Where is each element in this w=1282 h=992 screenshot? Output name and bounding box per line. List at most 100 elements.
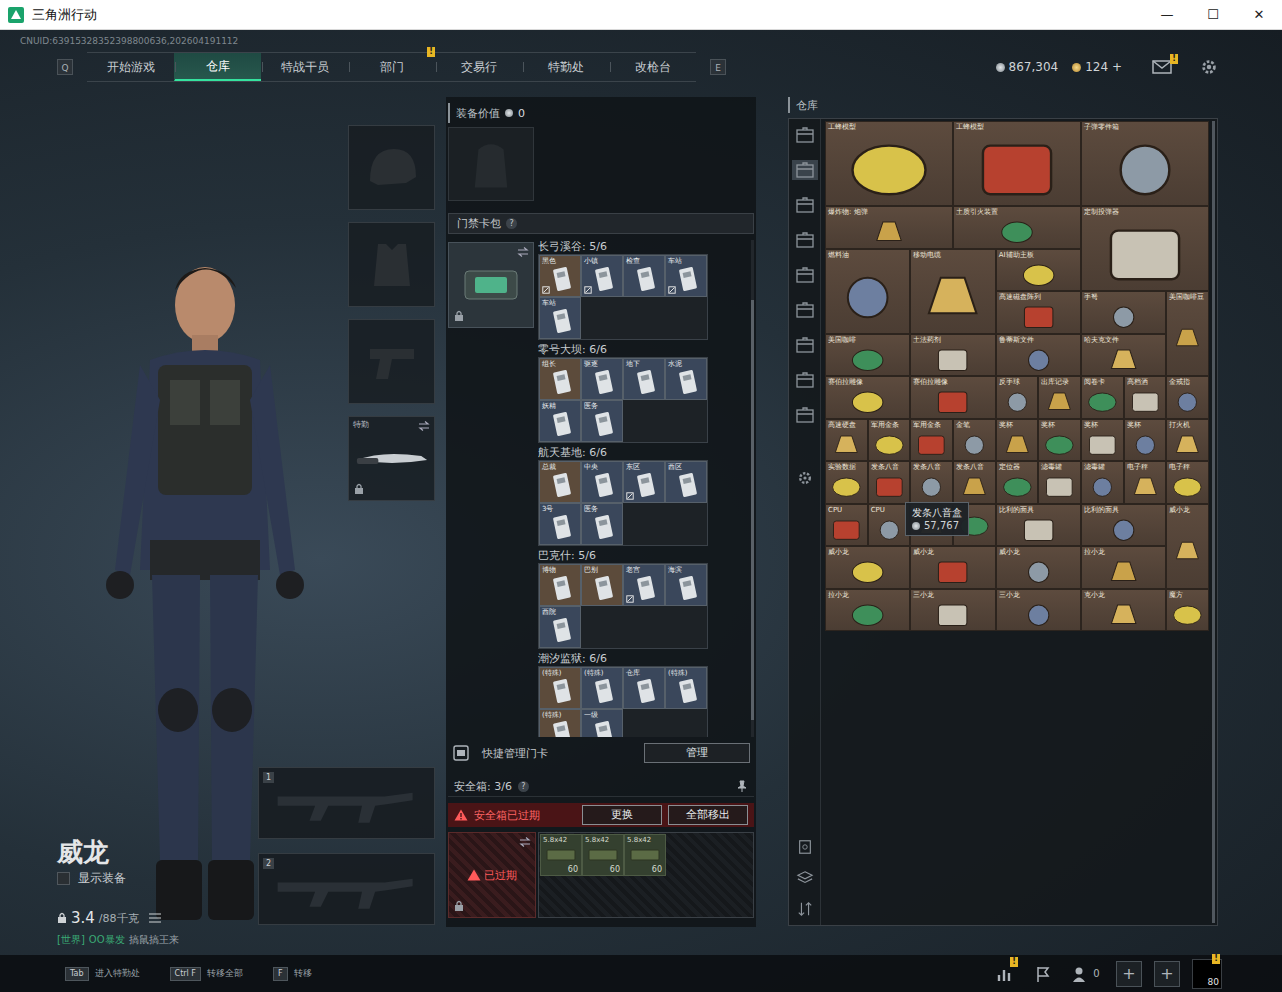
keycard[interactable]: (特殊) (539, 667, 581, 709)
warehouse-item[interactable]: 克小龙 (1081, 589, 1166, 632)
help-icon[interactable]: ? (518, 781, 529, 792)
backpack-slot[interactable] (448, 127, 534, 201)
warehouse-item[interactable]: 电子秤 (1124, 461, 1167, 504)
warehouse-item[interactable]: 威小龙 (910, 546, 995, 589)
flag-button[interactable] (1030, 961, 1056, 987)
warehouse-item[interactable]: 高速硬盘 (825, 419, 868, 462)
warehouse-item[interactable]: 发条八音 (910, 461, 953, 504)
gear-slot[interactable] (348, 319, 435, 404)
prev-tab-key[interactable]: Q (57, 59, 73, 75)
keycard[interactable]: (特殊) (665, 667, 707, 709)
warehouse-item[interactable]: 赛伯拉雕像 (910, 376, 995, 419)
warehouse-item[interactable]: 发条八音 (868, 461, 911, 504)
keycard[interactable]: 医务 (581, 503, 623, 545)
key-hint[interactable]: Tab进入特勤处 (65, 967, 140, 981)
warehouse-item[interactable]: 拉小龙 (1081, 546, 1166, 589)
gear-slot[interactable] (348, 222, 435, 307)
warehouse-item[interactable]: 比利的面具 (996, 504, 1081, 547)
warehouse-item[interactable]: 比利的面具 (1081, 504, 1166, 547)
warehouse-tab[interactable] (792, 335, 818, 355)
warehouse-item[interactable]: 哈夫克文件 (1081, 334, 1166, 377)
warehouse-item[interactable]: 滤毒罐 (1081, 461, 1124, 504)
warehouse-item[interactable]: 鲁蒂斯文件 (996, 334, 1081, 377)
currency[interactable]: 867,304 (996, 60, 1059, 74)
show-equipment-toggle[interactable]: 显示装备 (57, 870, 258, 887)
window-control[interactable]: ☐ (1190, 0, 1236, 30)
gear-icon[interactable] (1200, 58, 1218, 76)
warehouse-item[interactable]: CPU (868, 504, 911, 547)
swap-icon[interactable] (519, 837, 531, 847)
help-icon[interactable]: ? (506, 218, 517, 229)
nav-tab[interactable]: 交易行 (435, 53, 522, 81)
warehouse-item[interactable]: 军用金条 (868, 419, 911, 462)
keycard[interactable]: 老宫 (623, 564, 665, 606)
warehouse-tab[interactable] (792, 370, 818, 390)
keycard[interactable]: 博物 (539, 564, 581, 606)
warehouse-item[interactable]: 高速磁盘阵列 (996, 291, 1081, 334)
warehouse-item[interactable]: 奖杯 (1124, 419, 1167, 462)
pin-icon[interactable] (736, 780, 748, 792)
keycard[interactable]: 中央 (581, 461, 623, 503)
warehouse-item[interactable]: 电子秤 (1166, 461, 1209, 504)
ammo-item[interactable]: 5.8x4260 (540, 834, 582, 876)
warehouse-item[interactable]: 威小龙 (825, 546, 910, 589)
scrollbar[interactable] (1212, 121, 1215, 923)
warehouse-item[interactable]: 子弹零件箱 (1081, 121, 1209, 206)
swap-icon[interactable] (418, 421, 430, 431)
keycard[interactable]: 西院 (539, 606, 581, 648)
safe-box-button[interactable]: 全部移出 (668, 805, 748, 825)
scrollbar[interactable] (751, 240, 754, 737)
warehouse-item[interactable]: 三小龙 (910, 589, 995, 632)
next-tab-key[interactable]: E (710, 59, 726, 75)
swap-icon[interactable] (517, 247, 529, 257)
nav-tab[interactable]: 仓库 (174, 53, 261, 81)
keycard[interactable]: 3号 (539, 503, 581, 545)
warehouse-item[interactable]: 三小龙 (996, 589, 1081, 632)
warehouse-item[interactable]: 出库记录 (1038, 376, 1081, 419)
warehouse-tab[interactable] (792, 125, 818, 145)
warehouse-item[interactable]: 土法药剂 (910, 334, 995, 377)
keycard[interactable]: 小镇 (581, 255, 623, 297)
keycard[interactable]: 车站 (539, 297, 581, 339)
keycard[interactable]: 驱逐 (581, 358, 623, 400)
window-control[interactable]: ✕ (1236, 0, 1282, 30)
ammo-item[interactable]: 5.8x4260 (582, 834, 624, 876)
warehouse-item[interactable]: 定制投弹器 (1081, 206, 1209, 291)
warehouse-item[interactable]: 移动电缆 (910, 249, 995, 334)
warehouse-item[interactable]: 高档酒 (1124, 376, 1167, 419)
keycard[interactable]: 东区 (623, 461, 665, 503)
keycard[interactable]: (特殊) (581, 667, 623, 709)
keycard[interactable]: 海滨 (665, 564, 707, 606)
weapon-slot[interactable]: 2 (258, 853, 435, 925)
warehouse-item[interactable]: 威小龙 (1166, 504, 1209, 589)
weapon-slot[interactable]: 1 (258, 767, 435, 839)
team-button[interactable]: 0 (1068, 961, 1104, 987)
warehouse-item[interactable]: 金戒指 (1166, 376, 1209, 419)
key-hint[interactable]: Ctrl F转移全部 (170, 967, 243, 981)
warehouse-item[interactable]: 金笔 (953, 419, 996, 462)
keycard[interactable]: 西区 (665, 461, 707, 503)
warehouse-item[interactable]: 土质引火装置 (953, 206, 1081, 249)
ammo-item[interactable]: 5.8x4260 (624, 834, 666, 876)
warehouse-item[interactable]: 美国咖啡豆 (1166, 291, 1209, 376)
warehouse-item[interactable]: 奖杯 (996, 419, 1039, 462)
warehouse-item[interactable]: 阅卷卡 (1081, 376, 1124, 419)
gear-icon[interactable] (797, 470, 813, 486)
keycard[interactable]: 总裁 (539, 461, 581, 503)
warehouse-item[interactable]: 滤毒罐 (1038, 461, 1081, 504)
warehouse-tab[interactable] (792, 300, 818, 320)
keycard[interactable]: (特殊) (539, 709, 581, 737)
keycard[interactable]: 检查 (623, 255, 665, 297)
warehouse-tab[interactable] (792, 405, 818, 425)
stats-button[interactable]: ! (992, 961, 1018, 987)
list-icon[interactable] (149, 913, 161, 923)
nav-tab[interactable]: 特战干员 (261, 53, 348, 81)
warehouse-item[interactable]: 威小龙 (996, 546, 1081, 589)
mail-button[interactable]: ! (1152, 60, 1172, 74)
checkbox[interactable] (57, 872, 70, 885)
warehouse-tab[interactable] (792, 195, 818, 215)
keycard[interactable]: 组长 (539, 358, 581, 400)
warehouse-item[interactable]: 工蜂模型 (953, 121, 1081, 206)
keycard[interactable]: 巴别 (581, 564, 623, 606)
warehouse-item[interactable]: 打火机 (1166, 419, 1209, 462)
